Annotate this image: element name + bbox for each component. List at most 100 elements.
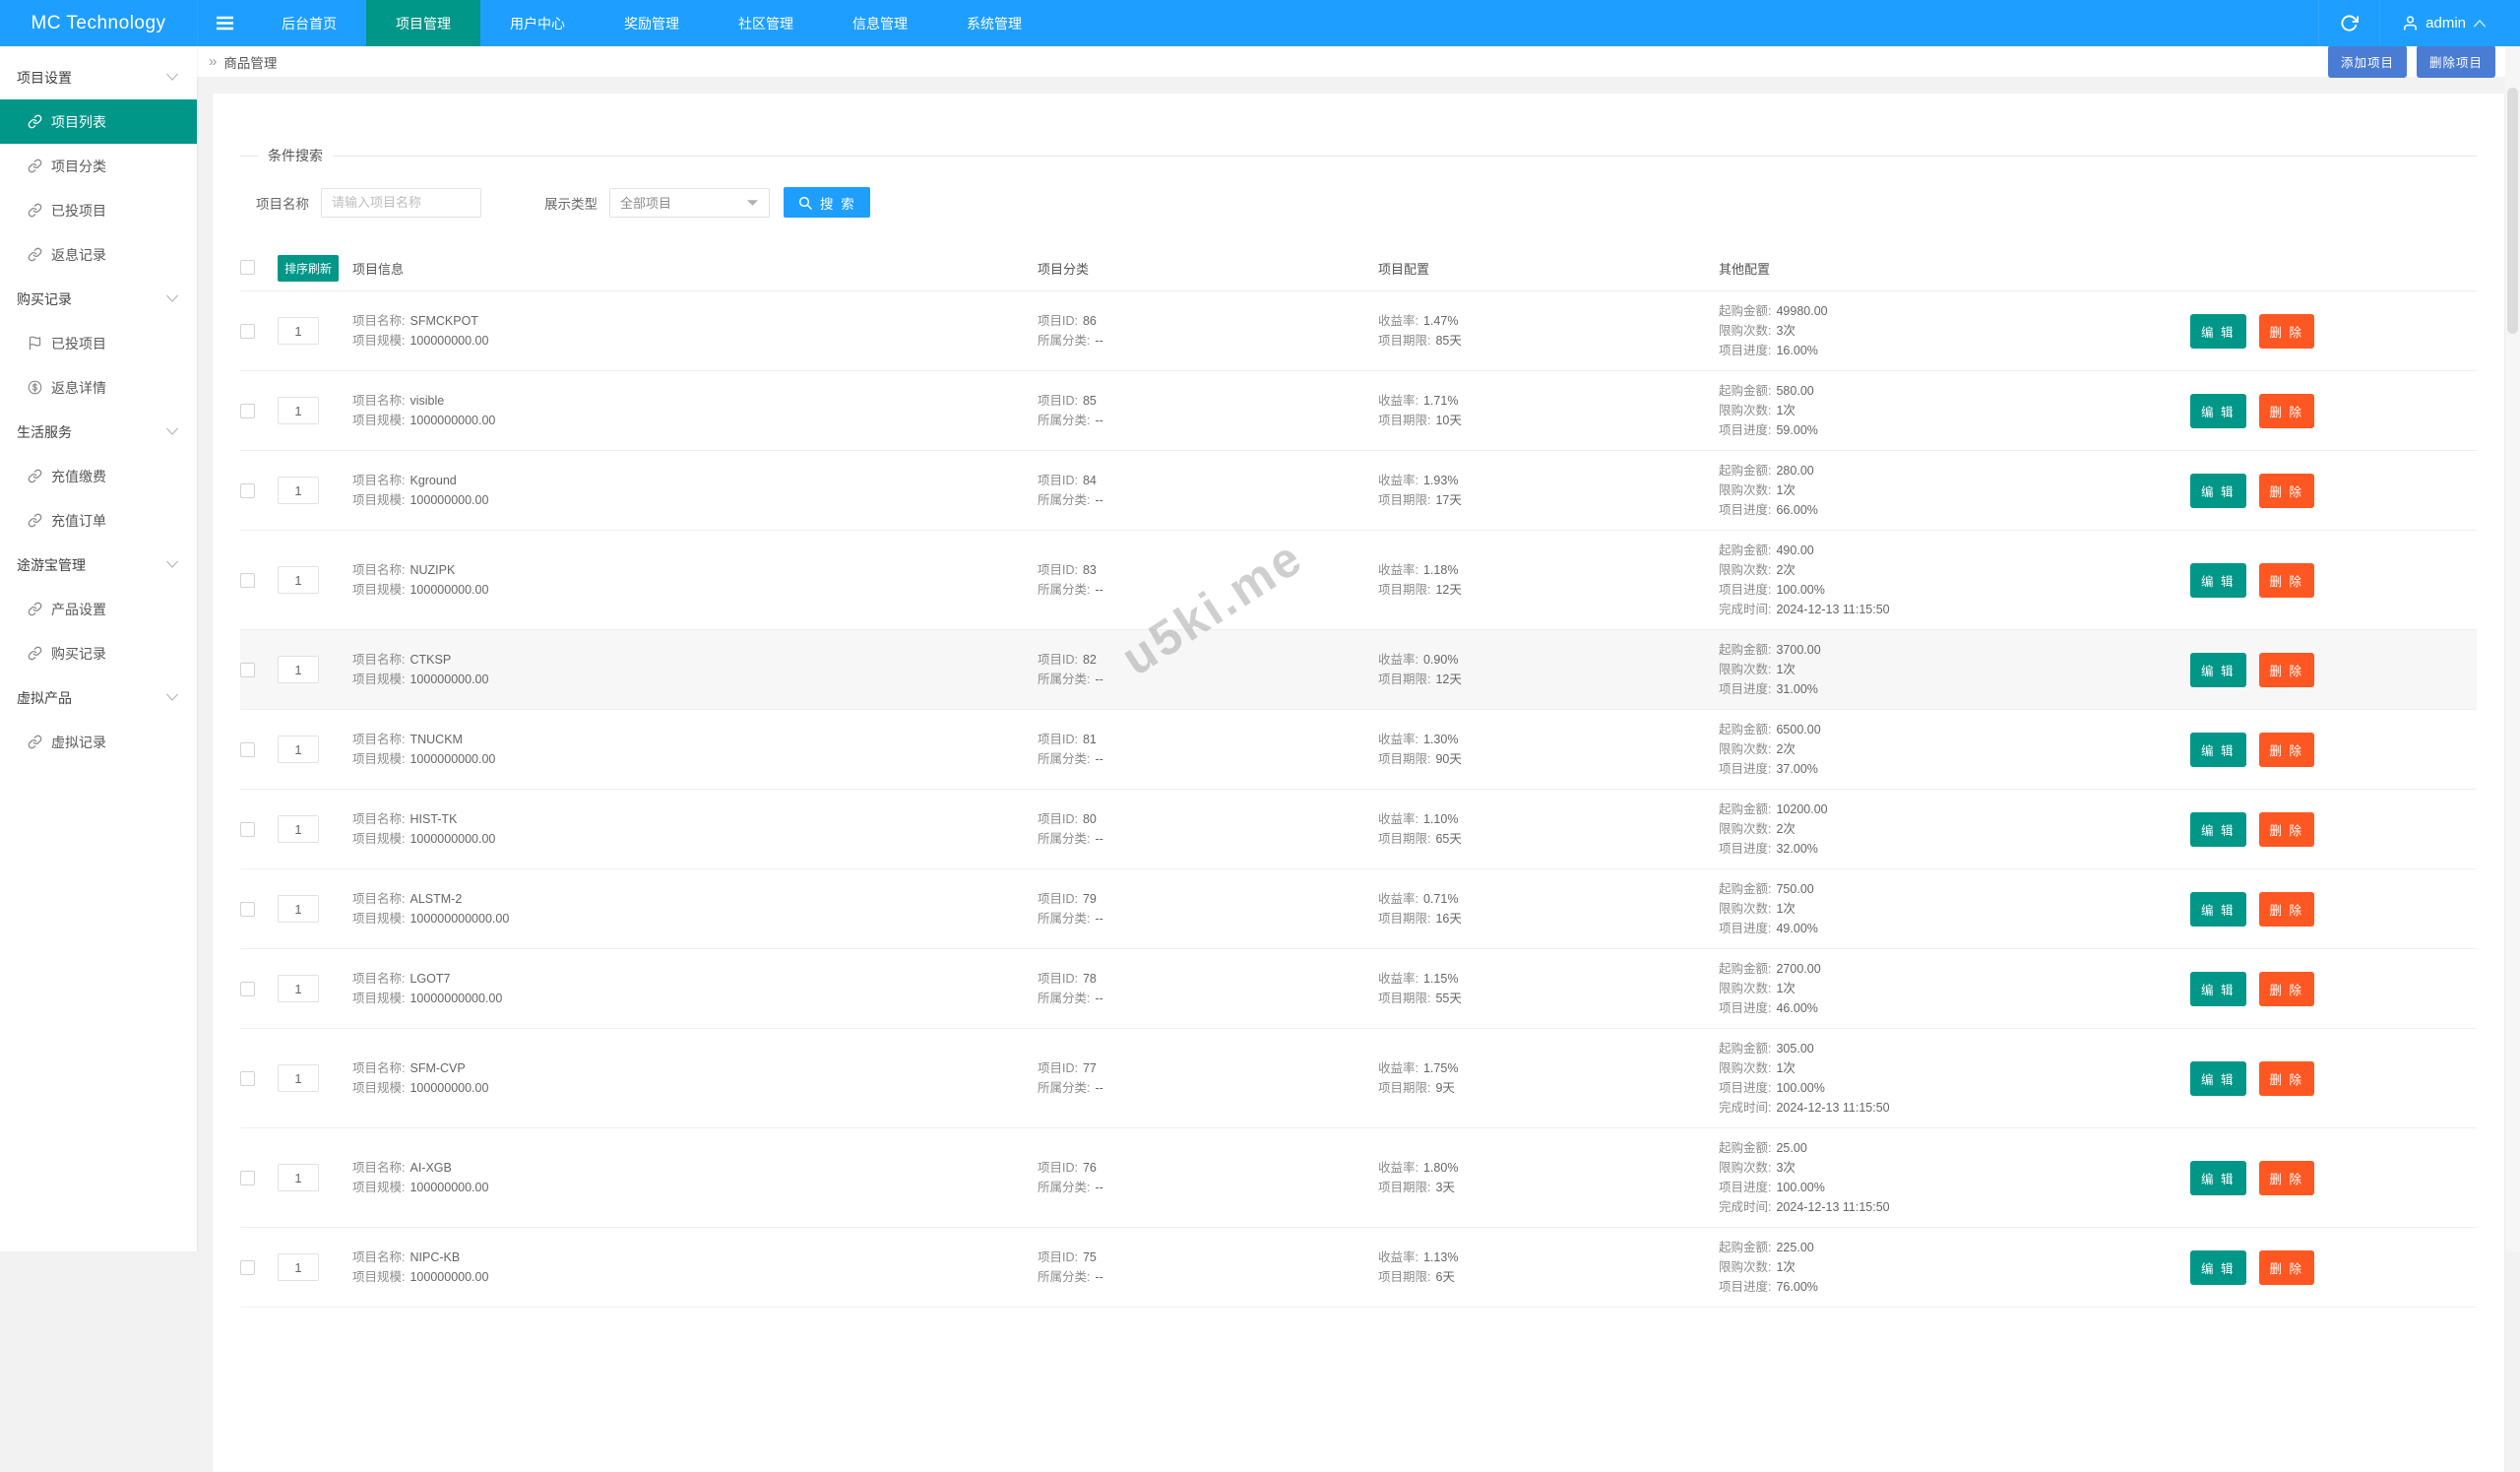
row-checkbox[interactable]	[240, 573, 255, 588]
progress-field-label: 项目进度:	[1719, 1181, 1771, 1194]
sort-order-input[interactable]: 1	[278, 317, 319, 345]
delete-button[interactable]: 删 除	[2259, 474, 2314, 508]
select-all-checkbox[interactable]	[240, 260, 255, 275]
progress-value: 37.00%	[1776, 762, 1817, 776]
refresh-button[interactable]	[2318, 0, 2379, 46]
edit-button[interactable]: 编 辑	[2190, 972, 2245, 1006]
project-scale-value: 100000000000.00	[410, 912, 509, 926]
sidebar-group-header[interactable]: 项目设置	[0, 55, 197, 99]
nav-tab[interactable]: 奖励管理	[595, 0, 709, 46]
sidebar-item[interactable]: 产品设置	[0, 587, 197, 631]
row-checkbox[interactable]	[240, 982, 255, 996]
edit-button[interactable]: 编 辑	[2190, 1061, 2245, 1096]
sort-order-input[interactable]: 1	[278, 566, 319, 594]
row-checkbox[interactable]	[240, 483, 255, 498]
project-name-input[interactable]	[321, 188, 481, 218]
nav-tab[interactable]: 社区管理	[709, 0, 823, 46]
sidebar-group-header[interactable]: 途游宝管理	[0, 543, 197, 587]
sort-order-input[interactable]: 1	[278, 975, 319, 1002]
sidebar-item[interactable]: 已投项目	[0, 188, 197, 232]
user-menu[interactable]: admin	[2379, 0, 2520, 46]
delete-button[interactable]: 删 除	[2259, 812, 2314, 847]
row-checkbox[interactable]	[240, 404, 255, 418]
limit-count-field-label: 限购次数:	[1719, 1061, 1771, 1075]
delete-button[interactable]: 删 除	[2259, 653, 2314, 687]
limit-count-field-label: 限购次数:	[1719, 742, 1771, 756]
sidebar-item[interactable]: 项目分类	[0, 144, 197, 188]
delete-project-button[interactable]: 删除项目	[2417, 45, 2495, 78]
nav-tab[interactable]: 信息管理	[823, 0, 937, 46]
delete-button[interactable]: 删 除	[2259, 1061, 2314, 1096]
delete-button[interactable]: 删 除	[2259, 1250, 2314, 1285]
row-checkbox[interactable]	[240, 1260, 255, 1275]
nav-tab[interactable]: 后台首页	[252, 0, 366, 46]
period-value: 6天	[1435, 1270, 1454, 1284]
row-checkbox[interactable]	[240, 1071, 255, 1086]
page-title: 商品管理	[223, 52, 277, 72]
sort-order-input[interactable]: 1	[278, 1064, 319, 1092]
delete-button[interactable]: 删 除	[2259, 314, 2314, 349]
row-checkbox[interactable]	[240, 1171, 255, 1185]
row-checkbox[interactable]	[240, 324, 255, 339]
sidebar-item[interactable]: 虚拟记录	[0, 720, 197, 764]
add-project-button[interactable]: 添加项目	[2328, 45, 2407, 78]
sidebar-item[interactable]: 已投项目	[0, 321, 197, 365]
sidebar-group-header[interactable]: 购买记录	[0, 277, 197, 321]
row-checkbox[interactable]	[240, 902, 255, 917]
limit-count-value: 2次	[1776, 563, 1795, 577]
scrollbar[interactable]	[2505, 46, 2520, 1251]
scrollbar-thumb[interactable]	[2507, 88, 2518, 334]
delete-button[interactable]: 删 除	[2259, 892, 2314, 927]
nav-tab[interactable]: 用户中心	[480, 0, 595, 46]
link-icon	[28, 602, 42, 616]
sidebar-item[interactable]: 充值缴费	[0, 454, 197, 498]
project-scale-value: 100000000.00	[410, 1270, 488, 1284]
sort-order-input[interactable]: 1	[278, 736, 319, 763]
sidebar-item[interactable]: 充值订单	[0, 498, 197, 543]
edit-button[interactable]: 编 辑	[2190, 892, 2245, 927]
hamburger-menu-button[interactable]	[197, 0, 252, 46]
project-id-field-label: 项目ID:	[1038, 1061, 1078, 1075]
edit-button[interactable]: 编 辑	[2190, 394, 2245, 428]
sidebar-item[interactable]: 购买记录	[0, 631, 197, 675]
sort-order-input[interactable]: 1	[278, 397, 319, 424]
project-name-field-label: 项目名称:	[352, 892, 405, 906]
edit-button[interactable]: 编 辑	[2190, 1161, 2245, 1195]
edit-button[interactable]: 编 辑	[2190, 812, 2245, 847]
nav-tab[interactable]: 系统管理	[937, 0, 1051, 46]
project-name-value: AI-XGB	[410, 1161, 451, 1175]
edit-button[interactable]: 编 辑	[2190, 314, 2245, 349]
sort-order-input[interactable]: 1	[278, 656, 319, 683]
search-button[interactable]: 搜 索	[784, 187, 870, 218]
nav-tab[interactable]: 项目管理	[366, 0, 480, 46]
delete-button[interactable]: 删 除	[2259, 394, 2314, 428]
delete-button[interactable]: 删 除	[2259, 1161, 2314, 1195]
delete-button[interactable]: 删 除	[2259, 563, 2314, 598]
sort-refresh-badge[interactable]: 排序刷新	[278, 255, 339, 282]
sidebar-group-header[interactable]: 生活服务	[0, 410, 197, 454]
row-checkbox[interactable]	[240, 742, 255, 757]
sort-order-input[interactable]: 1	[278, 1253, 319, 1281]
delete-button[interactable]: 删 除	[2259, 972, 2314, 1006]
edit-button[interactable]: 编 辑	[2190, 474, 2245, 508]
edit-button[interactable]: 编 辑	[2190, 563, 2245, 598]
row-checkbox[interactable]	[240, 822, 255, 837]
edit-button[interactable]: 编 辑	[2190, 1250, 2245, 1285]
sort-order-input[interactable]: 1	[278, 477, 319, 504]
sidebar-group-header[interactable]: 虚拟产品	[0, 675, 197, 720]
sidebar-group-label: 购买记录	[17, 289, 72, 309]
sort-order-input[interactable]: 1	[278, 815, 319, 843]
display-type-select[interactable]: 全部项目	[609, 188, 770, 218]
row-checkbox[interactable]	[240, 663, 255, 677]
project-id-field-label: 项目ID:	[1038, 1161, 1078, 1175]
rate-field-label: 收益率:	[1378, 394, 1418, 408]
edit-button[interactable]: 编 辑	[2190, 653, 2245, 687]
sort-order-input[interactable]: 1	[278, 895, 319, 923]
sidebar-item[interactable]: 返息详情	[0, 365, 197, 410]
sort-order-input[interactable]: 1	[278, 1164, 319, 1191]
delete-button[interactable]: 删 除	[2259, 733, 2314, 767]
sidebar-item[interactable]: 返息记录	[0, 232, 197, 277]
sidebar-item[interactable]: 项目列表	[0, 99, 197, 144]
edit-button[interactable]: 编 辑	[2190, 733, 2245, 767]
breadcrumb-band: » 商品管理 添加项目 删除项目	[197, 46, 2505, 77]
